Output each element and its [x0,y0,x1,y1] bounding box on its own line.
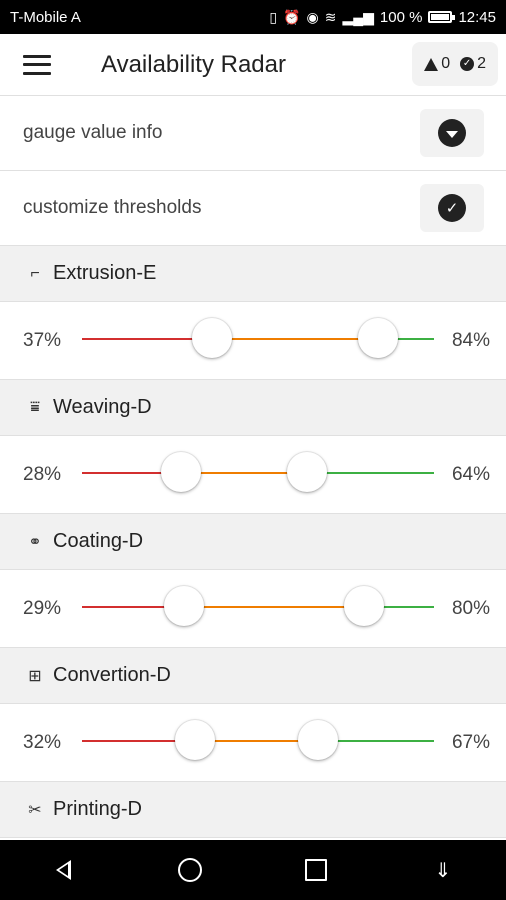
threshold-slider-row-convertion: 32% 67% [0,704,506,782]
warning-icon [424,57,439,71]
weaving-icon: ⩸ [30,398,40,416]
high-threshold-value: 80% [451,598,490,619]
machine-name: Extrusion-E [53,262,157,284]
machine-header-convertion: ⊞ Convertion-D [0,648,506,704]
wifi-icon: ≋ [324,8,337,25]
gauge-info-row: gauge value info [0,96,506,171]
vibrate-icon: ▯ [269,8,278,25]
machine-header-printing: ✂ Printing-D [0,782,506,838]
notifications-pull-icon: ⇓ [434,859,452,882]
battery-percent: 100 % [379,8,423,26]
high-threshold-handle[interactable] [287,452,328,492]
app-bar: Availability Radar 0 ✓ 2 [0,34,506,96]
back-icon [55,860,71,880]
mid-range-segment [184,606,364,608]
high-threshold-handle[interactable] [343,586,384,626]
high-threshold-value: 64% [451,464,490,485]
low-threshold-handle[interactable] [192,318,233,358]
gauge-info-toggle-button[interactable] [420,109,484,157]
home-icon [177,858,202,882]
low-threshold-value: 37% [23,330,62,351]
ok-badge: ✓ 2 [460,55,486,73]
high-threshold-handle[interactable] [297,720,338,760]
low-threshold-value: 28% [23,464,62,485]
page-title: Availability Radar [101,50,286,78]
mid-range-segment [212,338,378,340]
signal-icon: ▂▄▆ [342,8,374,25]
check-circle-icon: ✓ [460,57,475,71]
check-circle-icon: ✓ [438,194,466,222]
customize-thresholds-row: customize thresholds ✓ [0,171,506,246]
customize-thresholds-label: customize thresholds [23,197,202,218]
low-threshold-handle[interactable] [174,720,215,760]
notifications-button[interactable]: ⇓ [423,850,463,890]
status-icons: ▯ ⏰ ◉ ≋ ▂▄▆ 100 % 12:45 [269,9,496,26]
machine-header-extrusion: ⌐ Extrusion-E [0,246,506,302]
threshold-slider-row-weaving: 28% 64% [0,436,506,514]
back-button[interactable] [43,850,83,890]
alarm-icon: ⏰ [283,8,301,25]
ok-count: 2 [477,55,486,72]
recents-icon [305,859,328,881]
machine-name: Weaving-D [53,396,152,418]
battery-charging-icon [428,11,456,23]
clock: 12:45 [458,8,496,26]
carrier-name: T-Mobile A [10,8,81,26]
customize-thresholds-toggle-button[interactable]: ✓ [420,184,484,232]
recents-button[interactable] [296,850,336,890]
low-threshold-value: 32% [23,732,62,753]
system-nav-bar: ⇓ [0,840,506,900]
low-threshold-handle[interactable] [160,452,201,492]
printing-icon: ✂ [28,801,42,819]
coating-icon: ⚭ [28,533,42,551]
low-threshold-value: 29% [23,598,62,619]
threshold-slider[interactable] [82,720,434,760]
machine-header-coating: ⚭ Coating-D [0,514,506,570]
machine-name: Coating-D [53,530,144,552]
threshold-slider-row-coating: 29% 80% [0,570,506,648]
chevron-down-circle-icon [438,119,466,147]
home-button[interactable] [170,850,210,890]
extrusion-icon: ⌐ [30,264,40,282]
high-threshold-value: 67% [451,732,490,753]
threshold-slider[interactable] [82,452,434,492]
convertion-icon: ⊞ [28,667,42,685]
status-bar: T-Mobile A ▯ ⏰ ◉ ≋ ▂▄▆ 100 % 12:45 [0,0,506,34]
low-threshold-handle[interactable] [164,586,205,626]
menu-icon[interactable] [23,54,51,75]
status-summary[interactable]: 0 ✓ 2 [412,42,498,86]
threshold-slider-row-extrusion: 37% 84% [0,302,506,380]
warning-count: 0 [441,55,451,72]
high-threshold-handle[interactable] [357,318,398,358]
eye-icon: ◉ [306,8,319,25]
warning-badge: 0 [424,55,450,73]
gauge-info-label: gauge value info [23,122,163,143]
threshold-slider[interactable] [82,586,434,626]
high-threshold-value: 84% [451,330,490,351]
machine-header-weaving: ⩸ Weaving-D [0,380,506,436]
machine-name: Convertion-D [53,664,171,686]
threshold-slider[interactable] [82,318,434,358]
machine-name: Printing-D [53,798,142,820]
